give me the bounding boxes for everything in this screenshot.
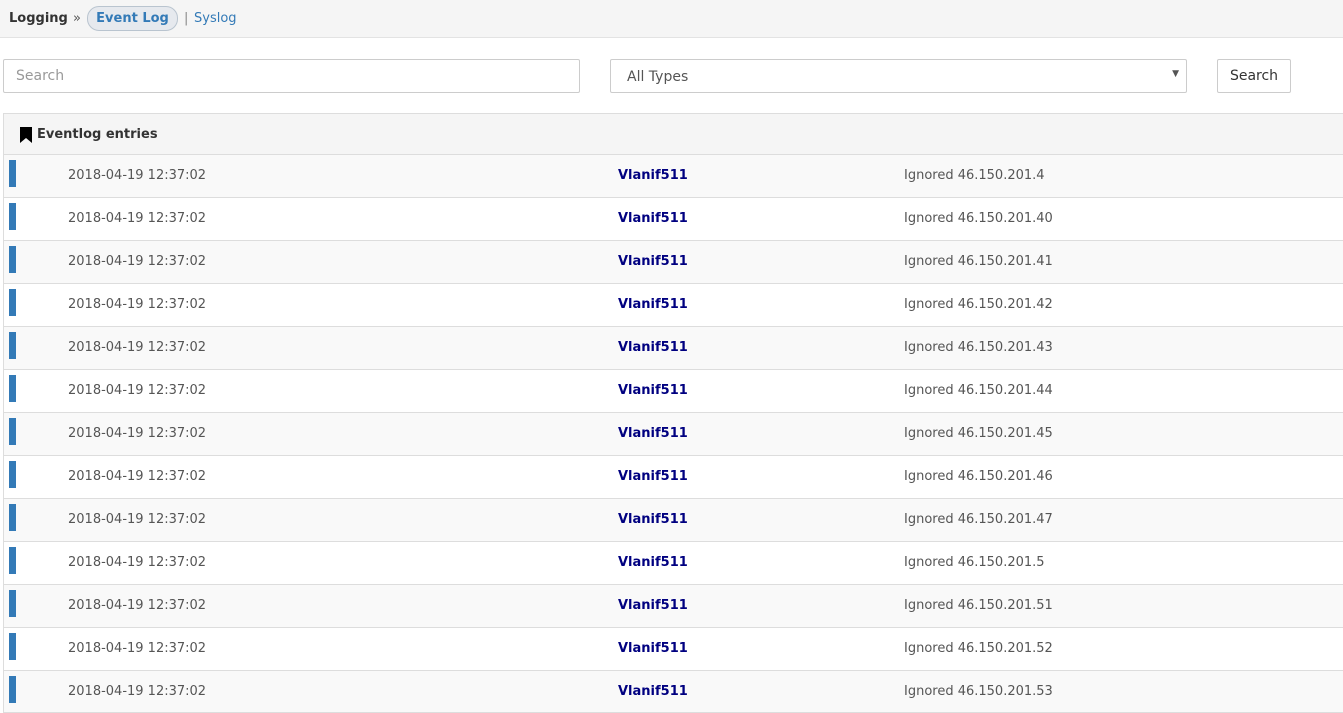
panel-heading: Eventlog entries (4, 114, 1343, 155)
breadcrumb-separator: » (73, 11, 81, 26)
table-row[interactable]: 2018-04-19 12:37:02 Vlanif511 Ignored 46.1… (4, 671, 1343, 712)
entry-message: Ignored 46.150.201.47 (904, 512, 1053, 527)
table-row[interactable]: 2018-04-19 12:37:02 Vlanif511 Ignored 46.1… (4, 413, 1343, 456)
severity-indicator (9, 504, 16, 531)
entry-message: Ignored 46.150.201.43 (904, 340, 1053, 355)
severity-indicator (9, 590, 16, 617)
table-row[interactable]: 2018-04-19 12:37:02 Vlanif511 Ignored 46.1… (4, 456, 1343, 499)
entry-interface-link[interactable]: Vlanif511 (618, 426, 688, 441)
table-row[interactable]: 2018-04-19 12:37:02 Vlanif511 Ignored 46.1… (4, 585, 1343, 628)
entry-interface-link[interactable]: Vlanif511 (618, 297, 688, 312)
panel-title: Eventlog entries (37, 127, 158, 142)
entry-interface-link[interactable]: Vlanif511 (618, 254, 688, 269)
entry-message: Ignored 46.150.201.51 (904, 598, 1053, 613)
table-row[interactable]: 2018-04-19 12:37:02 Vlanif511 Ignored 46.1… (4, 542, 1343, 585)
breadcrumb-root[interactable]: Logging (9, 11, 68, 26)
eventlog-panel: Eventlog entries 2018-04-19 12:37:02 Vlan… (3, 113, 1343, 713)
table-row[interactable]: 2018-04-19 12:37:02 Vlanif511 Ignored 46.1… (4, 370, 1343, 413)
entry-interface-link[interactable]: Vlanif511 (618, 641, 688, 656)
entry-timestamp: 2018-04-19 12:37:02 (68, 168, 207, 183)
caret-down-icon: ▼ (1172, 69, 1179, 79)
breadcrumb-event-log[interactable]: Event Log (87, 6, 178, 31)
entry-interface-link[interactable]: Vlanif511 (618, 469, 688, 484)
entry-timestamp: 2018-04-19 12:37:02 (68, 297, 207, 312)
entry-message: Ignored 46.150.201.41 (904, 254, 1053, 269)
entry-timestamp: 2018-04-19 12:37:02 (68, 641, 207, 656)
entry-message: Ignored 46.150.201.45 (904, 426, 1053, 441)
severity-indicator (9, 332, 16, 359)
entry-interface-link[interactable]: Vlanif511 (618, 555, 688, 570)
entry-timestamp: 2018-04-19 12:37:02 (68, 340, 207, 355)
table-row[interactable]: 2018-04-19 12:37:02 Vlanif511 Ignored 46.1… (4, 241, 1343, 284)
entry-message: Ignored 46.150.201.52 (904, 641, 1053, 656)
entry-timestamp: 2018-04-19 12:37:02 (68, 254, 207, 269)
entry-message: Ignored 46.150.201.42 (904, 297, 1053, 312)
table-row[interactable]: 2018-04-19 12:37:02 Vlanif511 Ignored 46.1… (4, 327, 1343, 370)
entry-message: Ignored 46.150.201.5 (904, 555, 1045, 570)
entry-timestamp: 2018-04-19 12:37:02 (68, 598, 207, 613)
eventlog-table: 2018-04-19 12:37:02 Vlanif511 Ignored 46.1… (4, 155, 1343, 712)
search-input[interactable] (3, 59, 580, 93)
entry-message: Ignored 46.150.201.4 (904, 168, 1045, 183)
entry-interface-link[interactable]: Vlanif511 (618, 512, 688, 527)
entry-interface-link[interactable]: Vlanif511 (618, 383, 688, 398)
severity-indicator (9, 633, 16, 660)
entry-timestamp: 2018-04-19 12:37:02 (68, 469, 207, 484)
severity-indicator (9, 203, 16, 230)
entry-timestamp: 2018-04-19 12:37:02 (68, 383, 207, 398)
entry-message: Ignored 46.150.201.40 (904, 211, 1053, 226)
severity-indicator (9, 461, 16, 488)
table-row[interactable]: 2018-04-19 12:37:02 Vlanif511 Ignored 46.1… (4, 499, 1343, 542)
entry-interface-link[interactable]: Vlanif511 (618, 684, 688, 699)
entry-message: Ignored 46.150.201.46 (904, 469, 1053, 484)
severity-indicator (9, 676, 16, 703)
severity-indicator (9, 547, 16, 574)
severity-indicator (9, 160, 16, 187)
entry-interface-link[interactable]: Vlanif511 (618, 211, 688, 226)
breadcrumb: Logging » Event Log | Syslog (0, 0, 1343, 38)
entry-message: Ignored 46.150.201.44 (904, 383, 1053, 398)
entry-interface-link[interactable]: Vlanif511 (618, 168, 688, 183)
entry-interface-link[interactable]: Vlanif511 (618, 340, 688, 355)
type-select[interactable]: All Types ▼ (610, 59, 1187, 93)
entry-timestamp: 2018-04-19 12:37:02 (68, 555, 207, 570)
bookmark-icon (20, 127, 32, 143)
breadcrumb-divider: | (184, 11, 189, 26)
entry-timestamp: 2018-04-19 12:37:02 (68, 211, 207, 226)
severity-indicator (9, 289, 16, 316)
search-button[interactable]: Search (1217, 59, 1291, 93)
table-row[interactable]: 2018-04-19 12:37:02 Vlanif511 Ignored 46.1… (4, 628, 1343, 671)
table-row[interactable]: 2018-04-19 12:37:02 Vlanif511 Ignored 46.1… (4, 284, 1343, 327)
entry-timestamp: 2018-04-19 12:37:02 (68, 684, 207, 699)
severity-indicator (9, 375, 16, 402)
breadcrumb-syslog-link[interactable]: Syslog (194, 11, 237, 26)
entry-timestamp: 2018-04-19 12:37:02 (68, 512, 207, 527)
entry-interface-link[interactable]: Vlanif511 (618, 598, 688, 613)
type-select-value: All Types (627, 69, 689, 85)
severity-indicator (9, 418, 16, 445)
severity-indicator (9, 246, 16, 273)
table-row[interactable]: 2018-04-19 12:37:02 Vlanif511 Ignored 46.1… (4, 155, 1343, 198)
entry-timestamp: 2018-04-19 12:37:02 (68, 426, 207, 441)
table-row[interactable]: 2018-04-19 12:37:02 Vlanif511 Ignored 46.1… (4, 198, 1343, 241)
entry-message: Ignored 46.150.201.53 (904, 684, 1053, 699)
